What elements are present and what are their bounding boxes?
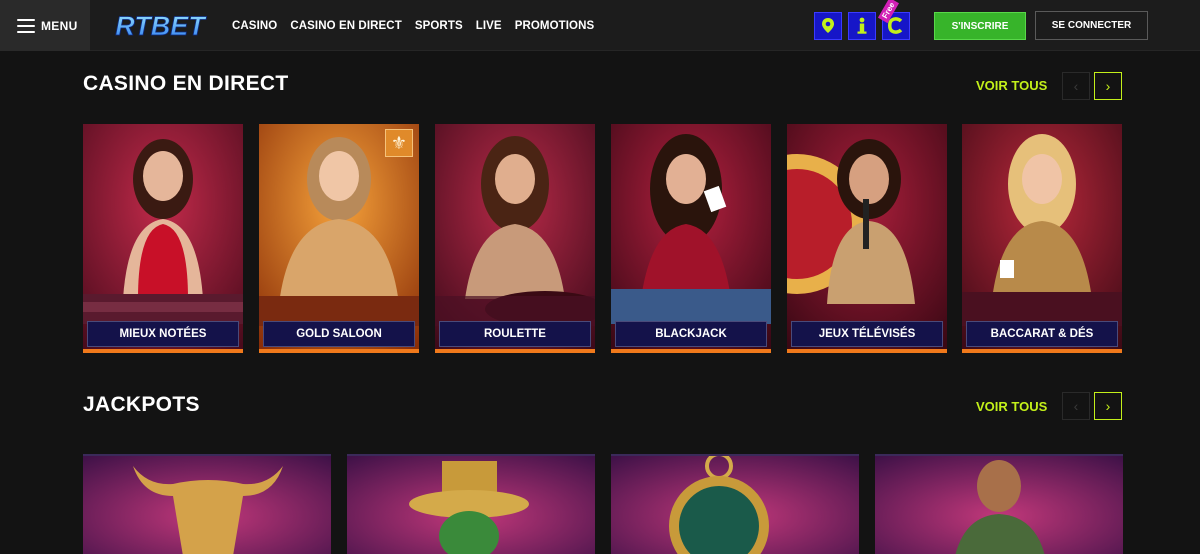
dealer-image (259, 124, 419, 349)
golden-bull-image (83, 456, 331, 554)
live-card-baccarat-dice[interactable]: BACCARAT & DÉS (962, 124, 1122, 353)
card-label: BACCARAT & DÉS (966, 321, 1118, 347)
menu-button[interactable]: MENU (0, 0, 90, 51)
rtbet-logo[interactable]: RTBET (108, 9, 212, 43)
jackpots-see-all[interactable]: VOIR TOUS (976, 399, 1047, 414)
login-button[interactable]: SE CONNECTER (1035, 11, 1148, 40)
pocket-watch-image (611, 456, 859, 554)
map-pin-button[interactable] (814, 12, 842, 40)
card-label: BLACKJACK (615, 321, 767, 347)
dealer-image (435, 124, 595, 349)
nav-promotions[interactable]: PROMOTIONS (515, 20, 595, 32)
live-casino-prev-button[interactable]: ‹ (1062, 72, 1090, 100)
gold-hat-image (347, 456, 595, 554)
live-card-roulette[interactable]: ROULETTE (435, 124, 595, 353)
live-casino-see-all[interactable]: VOIR TOUS (976, 78, 1047, 93)
dealer-image (962, 124, 1122, 349)
fleur-de-lis-icon: ⚜ (385, 129, 413, 157)
live-casino-next-button[interactable]: › (1094, 72, 1122, 100)
chevron-right-icon: › (1105, 398, 1111, 414)
live-card-blackjack[interactable]: BLACKJACK (611, 124, 771, 353)
chevron-left-icon: ‹ (1073, 78, 1079, 94)
card-label: ROULETTE (439, 321, 591, 347)
live-casino-title: CASINO EN DIRECT (83, 72, 289, 95)
chevron-right-icon: › (1105, 78, 1111, 94)
nav-sports[interactable]: SPORTS (415, 20, 463, 32)
top-bar: MENU RTBET CASINO CASINO EN DIRECT SPORT… (0, 0, 1200, 51)
signup-button[interactable]: S'INSCRIRE (934, 12, 1026, 40)
jackpot-card-pocket-watch[interactable] (611, 454, 859, 554)
dealer-image (787, 124, 947, 349)
jackpots-title: JACKPOTS (83, 393, 200, 416)
jackpots-next-button[interactable]: › (1094, 392, 1122, 420)
jackpot-card-adventurer[interactable] (875, 454, 1123, 554)
logo-text: RTBET (115, 11, 207, 41)
jackpot-card-bull[interactable] (83, 454, 331, 554)
jackpots-prev-button[interactable]: ‹ (1062, 392, 1090, 420)
adventurer-image (875, 456, 1123, 554)
card-label: MIEUX NOTÉES (87, 321, 239, 347)
main-nav: CASINO CASINO EN DIRECT SPORTS LIVE PROM… (232, 0, 594, 51)
nav-live-casino[interactable]: CASINO EN DIRECT (290, 20, 402, 32)
info-button[interactable] (848, 12, 876, 40)
live-card-game-shows[interactable]: JEUX TÉLÉVISÉS (787, 124, 947, 353)
chevron-left-icon: ‹ (1073, 398, 1079, 414)
dealer-image (83, 124, 243, 349)
free-coin-button[interactable]: Free (877, 0, 910, 40)
info-icon (857, 17, 867, 34)
card-label: JEUX TÉLÉVISÉS (791, 321, 943, 347)
live-card-top-rated[interactable]: MIEUX NOTÉES (83, 124, 243, 353)
card-label: GOLD SALOON (263, 321, 415, 347)
hamburger-icon (17, 18, 35, 33)
nav-casino[interactable]: CASINO (232, 20, 277, 32)
nav-live[interactable]: LIVE (476, 20, 502, 32)
menu-label: MENU (41, 18, 78, 33)
map-pin-icon (822, 18, 834, 33)
live-card-gold-saloon[interactable]: ⚜ GOLD SALOON (259, 124, 419, 353)
jackpot-card-leprechaun[interactable] (347, 454, 595, 554)
dealer-image (611, 124, 771, 349)
